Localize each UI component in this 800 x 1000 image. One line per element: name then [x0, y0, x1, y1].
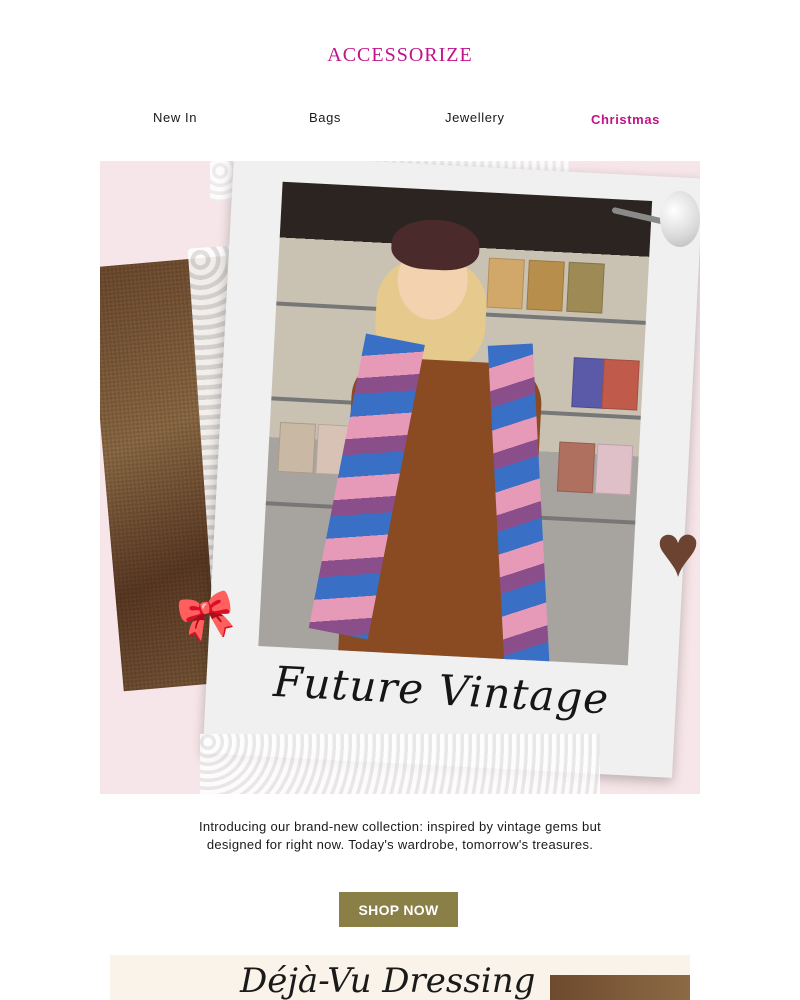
brand-logo[interactable]: ACCESSORIZE [0, 44, 800, 67]
deja-vu-section-banner[interactable]: Déjà-Vu Dressing [110, 955, 690, 1000]
nav-item-jewellery[interactable]: Jewellery [445, 110, 505, 125]
intro-text: Introducing our brand-new collection: in… [198, 819, 602, 852]
polaroid-frame: Future Vintage [202, 161, 700, 778]
nav-item-new-in[interactable]: New In [153, 110, 197, 125]
nav-item-bags[interactable]: Bags [309, 110, 341, 125]
deja-vu-title: Déjà-Vu Dressing [240, 961, 536, 1000]
hero-banner[interactable]: Future Vintage 🎀 ♥ [100, 161, 700, 794]
shop-now-button[interactable]: SHOP NOW [339, 892, 458, 927]
main-nav: New In Bags Jewellery Christmas [0, 110, 800, 130]
hero-script-title: Future Vintage [272, 656, 611, 724]
heart-icon: ♥ [656, 509, 700, 592]
beret [390, 217, 481, 273]
hero-photo [258, 181, 653, 666]
nav-item-christmas[interactable]: Christmas [591, 112, 660, 127]
pearl-icon [660, 191, 700, 247]
tapestry-strip [550, 975, 690, 1000]
lace-decoration-bottom [200, 734, 600, 794]
